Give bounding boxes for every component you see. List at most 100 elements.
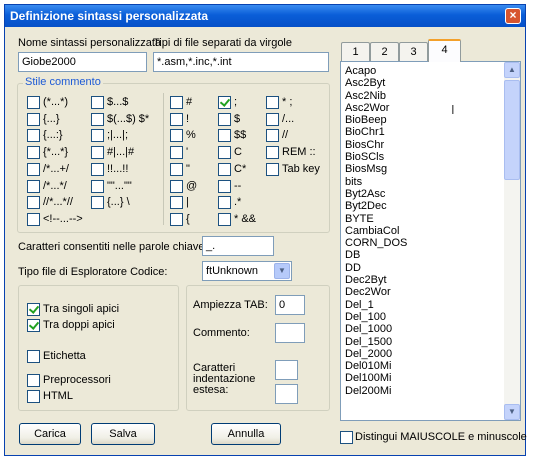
col5-label: /... (282, 112, 295, 125)
scroll-up-icon[interactable]: ▲ (504, 62, 520, 78)
list-item[interactable]: Byt2Asc (343, 188, 503, 200)
col2-checkbox[interactable] (91, 112, 104, 126)
list-item[interactable]: CORN_DOS (343, 237, 503, 249)
list-item[interactable]: BiosMsg (343, 163, 503, 175)
col3-checkbox[interactable] (170, 179, 183, 193)
col3-checkbox[interactable] (170, 129, 183, 143)
list-item[interactable]: Del_1 (343, 299, 503, 311)
list-item[interactable]: CambiaCol (343, 225, 503, 237)
html-checkbox[interactable] (27, 390, 40, 403)
list-item[interactable]: Asc2Wor (343, 102, 503, 114)
list-item[interactable]: Del010Mi (343, 360, 503, 372)
col1-checkbox[interactable] (27, 196, 40, 210)
col4-checkbox[interactable] (218, 162, 231, 176)
tab-4[interactable]: 4 (428, 39, 461, 62)
col1-checkbox[interactable] (27, 179, 40, 193)
col4-checkbox[interactable] (218, 146, 231, 160)
keyword-chars-input[interactable]: _. (202, 236, 274, 256)
col5-checkbox[interactable] (266, 112, 279, 126)
name-input[interactable]: Giobe2000 (18, 52, 147, 72)
col4-label: C* (234, 162, 247, 175)
save-button[interactable]: Salva (91, 423, 155, 445)
case-sensitive-checkbox[interactable] (340, 431, 353, 444)
list-item[interactable]: Dec2Byt (343, 274, 503, 286)
col2-checkbox[interactable] (91, 162, 104, 176)
col5-checkbox[interactable] (266, 129, 279, 143)
col4-checkbox[interactable] (218, 112, 231, 126)
indent-input-1[interactable] (275, 360, 298, 380)
col4-checkbox[interactable] (218, 96, 231, 109)
list-item[interactable]: Byt2Dec (343, 200, 503, 212)
list-item[interactable]: BYTE (343, 213, 503, 225)
col2-checkbox[interactable] (91, 129, 104, 143)
list-item[interactable]: Del_100 (343, 311, 503, 323)
case-sensitive-label: Distingui MAIUSCOLE e minuscole (355, 431, 527, 443)
list-item[interactable]: Del_1000 (343, 323, 503, 335)
close-button[interactable]: × (505, 8, 521, 24)
list-item[interactable]: Asc2Byt (343, 77, 503, 89)
col3-checkbox[interactable] (170, 162, 183, 176)
col3-label: @ (186, 179, 198, 192)
col3-checkbox[interactable] (170, 212, 183, 226)
html-label: HTML (43, 390, 73, 402)
list-item[interactable]: Del_1500 (343, 336, 503, 348)
indent-input-2[interactable] (275, 384, 298, 404)
tab-2[interactable]: 2 (370, 42, 399, 61)
col2-checkbox[interactable] (91, 179, 104, 193)
col2-checkbox[interactable] (91, 96, 104, 109)
col1-checkbox[interactable] (27, 146, 40, 160)
comment-input[interactable] (275, 323, 305, 343)
col1-checkbox[interactable] (27, 212, 40, 226)
list-item[interactable]: BioChr1 (343, 126, 503, 138)
col3-checkbox[interactable] (170, 112, 183, 126)
list-item[interactable]: Acapo (343, 65, 503, 77)
col5-checkbox[interactable] (266, 162, 279, 176)
list-item[interactable]: BioBeep (343, 114, 503, 126)
col4-checkbox[interactable] (218, 179, 231, 193)
explorer-type-select[interactable]: ftUnknown ▼ (202, 261, 292, 281)
tab-3[interactable]: 3 (399, 42, 428, 61)
col3-checkbox[interactable] (170, 196, 183, 210)
list-item[interactable]: Del_2000 (343, 348, 503, 360)
label-checkbox[interactable] (27, 350, 40, 363)
col3-checkbox[interactable] (170, 96, 183, 109)
list-item[interactable]: BiosChr (343, 139, 503, 151)
scroll-thumb[interactable] (504, 80, 520, 180)
indent-label: Caratteri indentazione estesa: (193, 363, 255, 396)
tab-1[interactable]: 1 (341, 42, 370, 61)
col4-checkbox[interactable] (218, 212, 231, 226)
col1-checkbox[interactable] (27, 129, 40, 143)
extensions-input[interactable]: *.asm,*.inc,*.int (153, 52, 329, 72)
col4-label: ; (234, 96, 238, 108)
list-item[interactable]: DB (343, 249, 503, 261)
keyword-list[interactable]: Acapo Asc2Byt Asc2Nib Asc2Wor BioBeep BioChr1… (340, 61, 521, 421)
list-item[interactable]: Del200Mi (343, 385, 503, 397)
chevron-down-icon[interactable]: ▼ (274, 263, 290, 279)
list-item[interactable]: bits (343, 176, 503, 188)
col3-checkbox[interactable] (170, 146, 183, 160)
double-quotes-checkbox[interactable] (27, 319, 40, 332)
single-quotes-checkbox[interactable] (27, 303, 40, 316)
col4-checkbox[interactable] (218, 196, 231, 210)
list-item[interactable]: Asc2Nib (343, 90, 503, 102)
list-item[interactable]: Dec2Wor (343, 286, 503, 298)
load-button[interactable]: Carica (19, 423, 81, 445)
col1-checkbox[interactable] (27, 162, 40, 176)
col1-checkbox[interactable] (27, 96, 40, 109)
list-item[interactable]: DD (343, 262, 503, 274)
col5-checkbox[interactable] (266, 96, 279, 109)
tab-width-input[interactable]: 0 (275, 295, 305, 315)
list-item[interactable]: BioSCls (343, 151, 503, 163)
col5-checkbox[interactable] (266, 146, 279, 160)
col4-checkbox[interactable] (218, 129, 231, 143)
col1-checkbox[interactable] (27, 112, 40, 126)
scroll-down-icon[interactable]: ▼ (504, 404, 520, 420)
cancel-button[interactable]: Annulla (211, 423, 281, 445)
col5-label: // (282, 129, 289, 142)
col2-checkbox[interactable] (91, 146, 104, 160)
keyword-scrollbar[interactable]: ▲ ▼ (504, 62, 520, 420)
col2-checkbox[interactable] (91, 196, 104, 210)
preprocessor-checkbox[interactable] (27, 374, 40, 387)
comment-label: Commento: (193, 327, 250, 339)
list-item[interactable]: Del100Mi (343, 372, 503, 384)
